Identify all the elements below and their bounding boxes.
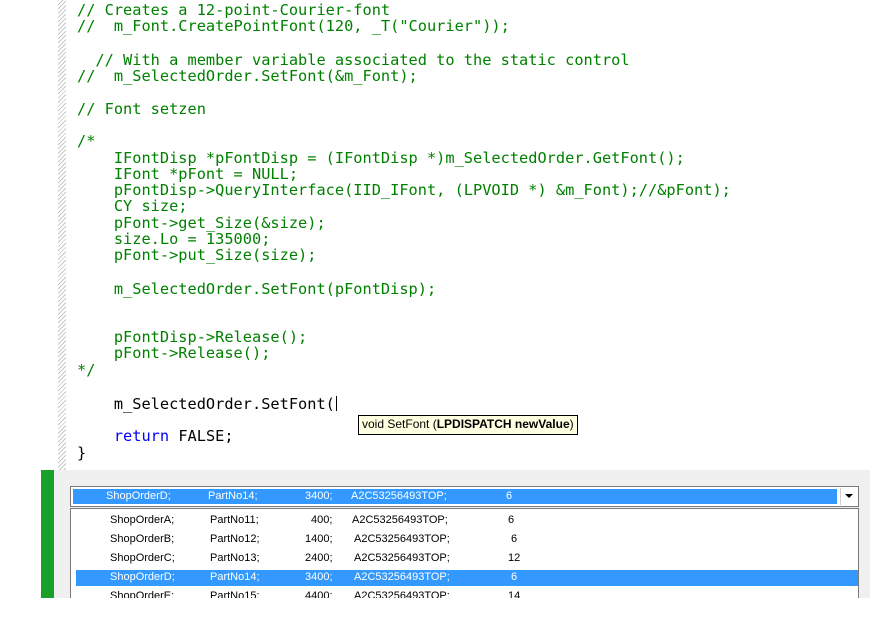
cell-code: A2C53256493TOP; (354, 590, 450, 598)
cell-count: 6 (506, 490, 513, 502)
code-line: size.Lo = 135000; (77, 230, 271, 248)
cell-order: ShopOrderA; (110, 514, 175, 526)
cell-order: ShopOrderB; (110, 533, 175, 545)
cell-code: A2C53256493TOP; (352, 514, 448, 526)
code-line: // Font setzen (77, 100, 206, 118)
order-combobox[interactable]: ShopOrderD; PartNo14; 3400; A2C53256493T… (70, 486, 859, 507)
code-line-current: m_SelectedOrder.SetFont( (77, 396, 337, 412)
cell-qty: 1400; (305, 533, 333, 545)
code-line: pFontDisp->QueryInterface(IID_IFont, (LP… (77, 181, 731, 199)
code-line: } (77, 444, 87, 462)
tooltip-signature-suffix: ) (569, 417, 574, 431)
order-dropdown-list[interactable]: ShopOrderA; PartNo11; 400; A2C53256493TO… (70, 508, 859, 598)
code-line: pFont->get_Size(&size); (77, 214, 326, 232)
code-line: IFont *pFont = NULL; (77, 165, 299, 183)
cell-part: PartNo13; (210, 552, 260, 564)
cell-qty: 4400; (305, 590, 333, 598)
cell-part: PartNo14; (208, 490, 258, 502)
editor-margin-hatch (58, 0, 66, 470)
code-line: // Creates a 12-point-Courier-font (77, 1, 391, 19)
tooltip-signature-prefix: void SetFont ( (362, 417, 437, 431)
cell-code: A2C53256493TOP; (354, 552, 450, 564)
cell-code: A2C53256493TOP; (351, 490, 447, 502)
code-text: FALSE; (169, 427, 234, 445)
tooltip-current-param: LPDISPATCH newValue (436, 417, 570, 431)
code-line: IFontDisp *pFontDisp = (IFontDisp *)m_Se… (77, 149, 685, 167)
code-line: */ (77, 361, 96, 379)
code-line: m_SelectedOrder.SetFont(pFontDisp); (77, 280, 437, 298)
page-background (0, 598, 870, 634)
code-line: return FALSE; (77, 428, 234, 444)
text-caret (335, 396, 337, 411)
cell-order: ShopOrderD; (106, 490, 171, 502)
cell-order: ShopOrderC; (110, 552, 175, 564)
cell-order: ShopOrderD; (110, 571, 175, 583)
cell-part: PartNo15; (210, 590, 260, 598)
keyword-return: return (113, 427, 170, 445)
parameter-info-tooltip: void SetFont (LPDISPATCH newValue) (358, 415, 578, 435)
cell-count: 14 (508, 590, 521, 598)
cell-part: PartNo12; (210, 533, 260, 545)
code-text: m_SelectedOrder.SetFont( (77, 395, 335, 413)
list-item[interactable]: ShopOrderA; PartNo11; 400; A2C53256493TO… (76, 513, 858, 529)
code-line: pFontDisp->Release(); (77, 328, 308, 346)
code-line: // m_SelectedOrder.SetFont(&m_Font); (77, 67, 418, 85)
status-bar-green (41, 470, 54, 598)
list-item-selected[interactable]: ShopOrderD; PartNo14; 3400; A2C53256493T… (76, 570, 858, 586)
cell-order: ShopOrderE; (110, 590, 175, 598)
cell-qty: 2400; (305, 552, 333, 564)
cell-count: 6 (511, 571, 518, 583)
cell-part: PartNo11; (210, 514, 259, 526)
cell-qty: 3400; (305, 490, 333, 502)
list-item[interactable]: ShopOrderB; PartNo12; 1400; A2C53256493T… (76, 532, 858, 548)
code-line: // With a member variable associated to … (77, 51, 630, 69)
code-line: pFont->Release(); (77, 344, 271, 362)
code-line: CY size; (77, 197, 188, 215)
cell-code: A2C53256493TOP; (354, 533, 450, 545)
code-line: /* (77, 132, 96, 150)
cell-code: A2C53256493TOP; (354, 571, 450, 583)
list-item[interactable]: ShopOrderE; PartNo15; 4400; A2C53256493T… (76, 589, 858, 598)
editor-gutter (0, 0, 58, 470)
code-line: // m_Font.CreatePointFont(120, _T("Couri… (77, 17, 510, 35)
cell-count: 12 (508, 552, 521, 564)
code-line: pFont->put_Size(size); (77, 246, 317, 264)
cell-qty: 3400; (305, 571, 333, 583)
cell-count: 6 (508, 514, 515, 526)
code-editor[interactable]: // Creates a 12-point-Courier-font // m_… (77, 0, 867, 470)
combobox-selected-value: ShopOrderD; PartNo14; 3400; A2C53256493T… (73, 489, 837, 504)
cell-qty: 400; (311, 514, 333, 526)
chevron-down-icon (845, 494, 853, 498)
cell-count: 6 (511, 533, 518, 545)
list-item[interactable]: ShopOrderC; PartNo13; 2400; A2C53256493T… (76, 551, 858, 567)
cell-part: PartNo14; (210, 571, 260, 583)
dropdown-button[interactable] (840, 488, 857, 505)
